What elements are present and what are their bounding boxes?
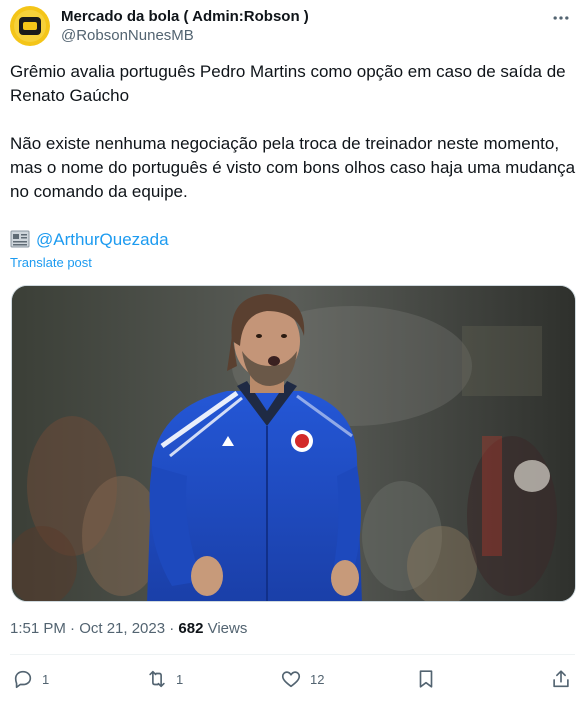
tweet-photo[interactable]	[11, 285, 576, 602]
author-handle[interactable]: @RobsonNunesMB	[61, 26, 309, 46]
heart-icon	[281, 671, 301, 688]
action-bar: 1 1 12	[10, 664, 575, 694]
mention-row: @ArthurQuezada	[10, 228, 169, 252]
bookmark-button[interactable]	[415, 664, 437, 694]
tweet-paragraph-2: Não existe nenhuma negociação pela troca…	[10, 134, 576, 201]
like-button[interactable]: 12	[280, 664, 324, 694]
timestamp[interactable]: 1:51 PM · Oct 21, 2023 ·	[10, 620, 178, 637]
author-display-name[interactable]: Mercado da bola ( Admin:Robson )	[61, 8, 309, 26]
like-count: 12	[310, 671, 325, 687]
avatar-logo-mark	[19, 17, 41, 35]
avatar[interactable]	[10, 6, 50, 46]
tweet-header: Mercado da bola ( Admin:Robson ) @Robson…	[10, 6, 575, 48]
divider	[10, 654, 575, 655]
translate-post-link[interactable]: Translate post	[10, 255, 92, 270]
more-dots-icon	[553, 16, 569, 20]
repost-count: 1	[176, 671, 184, 687]
repost-icon	[149, 670, 165, 688]
mention-link[interactable]: @ArthurQuezada	[36, 230, 169, 249]
reply-icon	[14, 670, 32, 689]
share-button[interactable]	[550, 664, 572, 694]
views-label: Views	[203, 620, 248, 637]
author-names: Mercado da bola ( Admin:Robson ) @Robson…	[61, 8, 309, 46]
tweet-paragraph-1: Grêmio avalia português Pedro Martins co…	[10, 62, 566, 105]
bookmark-icon	[419, 670, 433, 688]
reply-button[interactable]: 1	[12, 664, 49, 694]
coach-photo-illustration	[12, 286, 575, 601]
newspaper-icon	[10, 230, 30, 248]
more-options-button[interactable]	[551, 8, 571, 28]
reply-count: 1	[42, 671, 50, 687]
share-icon	[553, 670, 569, 688]
tweet-meta: 1:51 PM · Oct 21, 2023 · 682 Views	[10, 619, 247, 639]
repost-button[interactable]: 1	[146, 664, 183, 694]
views-count: 682	[178, 620, 204, 637]
